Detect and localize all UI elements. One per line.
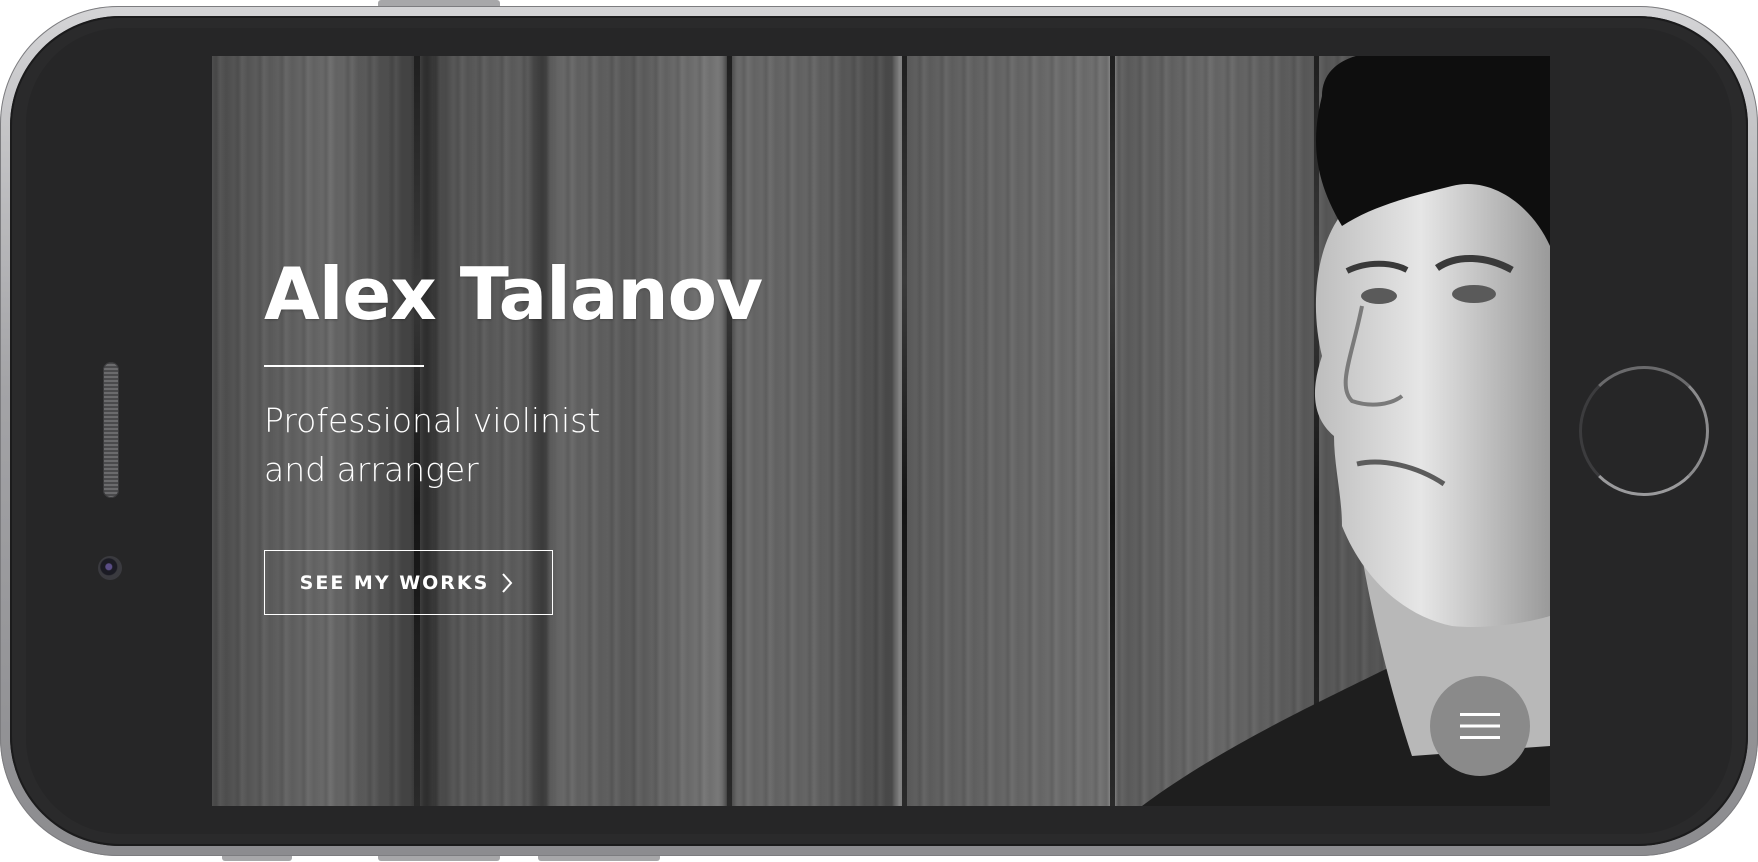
see-my-works-button[interactable]: SEE MY WORKS [264, 550, 553, 615]
hamburger-menu-icon [1460, 713, 1500, 739]
front-camera [98, 556, 122, 580]
device-mockup: Alex Talanov Professional violinist and … [0, 0, 1758, 862]
see-my-works-label: SEE MY WORKS [299, 571, 490, 594]
phone-screen: Alex Talanov Professional violinist and … [212, 56, 1550, 806]
fence-gap [727, 56, 732, 806]
hero-subtitle: Professional violinist and arranger [264, 396, 600, 494]
earpiece-speaker [103, 362, 119, 498]
hero-subtitle-line-1: Professional violinist [264, 401, 601, 440]
hero-subtitle-line-2: and arranger [264, 450, 479, 489]
menu-button[interactable] [1430, 676, 1530, 776]
title-divider [264, 365, 424, 367]
home-button[interactable] [1579, 366, 1709, 496]
hero-title: Alex Talanov [264, 252, 763, 336]
chevron-right-icon [502, 572, 513, 593]
fence-gap [902, 56, 907, 806]
